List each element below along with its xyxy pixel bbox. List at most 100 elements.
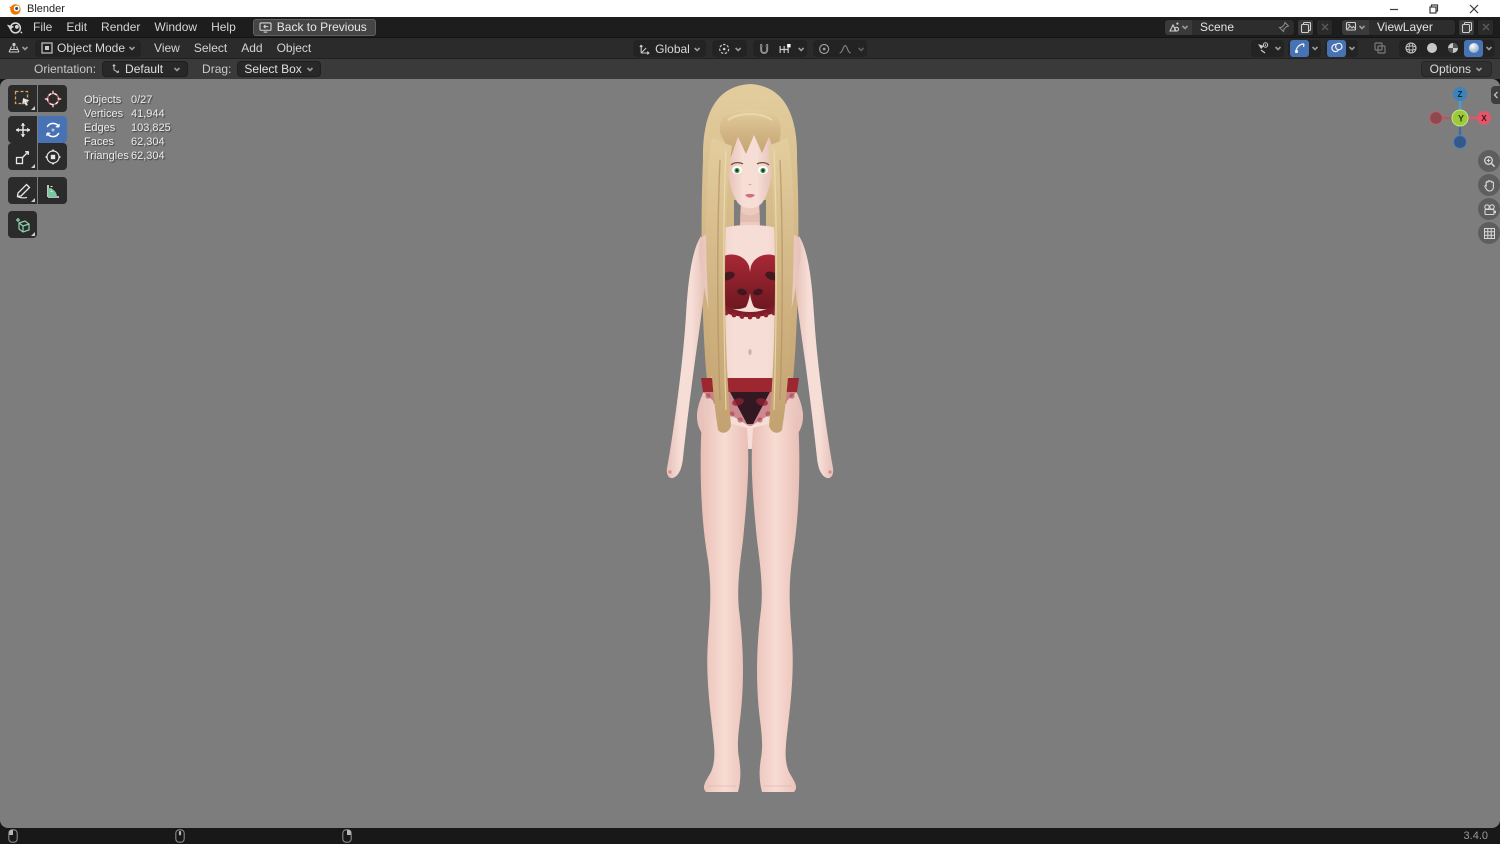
measure-icon [46,184,59,198]
tool-select-box[interactable] [8,85,37,112]
drag-label: Drag: [202,62,232,76]
menu-add[interactable]: Add [234,40,269,57]
solid-shading-button[interactable] [1422,40,1441,57]
gizmos-group [1288,39,1321,57]
snap-mode-selector[interactable] [776,40,795,57]
stat-edges: Edges 103,825 [84,122,171,134]
drag-dropdown-value: Select Box [244,62,302,76]
zoom-button[interactable] [1478,150,1500,172]
transform-orientation-selector[interactable]: Global [633,40,706,57]
snap-toggle[interactable] [755,40,774,57]
editor-type-selector[interactable] [5,40,31,57]
menu-file[interactable]: File [26,19,59,36]
menu-view[interactable]: View [147,40,187,57]
drag-mode-dropdown[interactable]: Select Box [237,61,321,77]
viewlayer-name[interactable]: ViewLayer [1369,20,1455,34]
blender-logo-icon [8,4,21,15]
orientation-dropdown-value: Default [125,62,164,76]
options-button[interactable]: Options [1420,61,1492,77]
character-model[interactable] [650,80,850,800]
pin-icon[interactable] [1278,21,1290,33]
scene-selector[interactable]: Scene [1164,18,1295,36]
tool-move[interactable] [8,116,37,143]
chevron-down-icon[interactable] [1485,44,1493,52]
topbar: File Edit Render Window Help Back to Pre… [0,17,1500,38]
new-scene-button[interactable] [1297,18,1314,36]
navigation-gizmo[interactable]: Z X Y [1428,86,1492,150]
chevron-down-icon[interactable] [1348,44,1356,52]
xray-icon [1373,42,1386,54]
chevron-down-icon[interactable] [857,45,865,53]
annotate-pen-icon [16,183,30,198]
scene-name[interactable]: Scene [1192,20,1278,34]
chevron-down-icon[interactable] [1311,44,1319,52]
cursor-3d-icon [44,90,61,107]
blender-version: 3.4.0 [1463,830,1488,842]
svg-text:Y: Y [1458,114,1464,124]
stat-faces: Faces 62,304 [84,136,165,148]
tool-cursor[interactable] [38,85,67,112]
magnifier-plus-icon [1483,155,1495,167]
left-mouse-icon [8,829,18,843]
tool-transform[interactable] [38,143,67,170]
tool-rotate[interactable] [38,116,67,143]
tool-add-cube[interactable] [8,211,37,238]
chevron-down-icon [693,46,700,52]
new-viewlayer-button[interactable] [1458,18,1475,36]
viewlayer-selector[interactable]: ViewLayer [1341,18,1456,36]
menu-select[interactable]: Select [187,40,234,57]
mode-selector[interactable]: Object Mode [35,39,142,57]
hand-icon [1483,179,1494,192]
object-type-visibility-button[interactable] [1253,40,1272,57]
close-x-icon [1482,23,1489,31]
menu-help[interactable]: Help [204,19,243,36]
menu-edit[interactable]: Edit [59,19,94,36]
perspective-toggle-button[interactable] [1478,222,1500,244]
chevron-down-icon[interactable] [797,45,805,53]
camera-view-button[interactable] [1478,198,1500,220]
scale-icon [15,150,29,164]
material-preview-button[interactable] [1443,40,1462,57]
close-x-icon [1321,23,1328,31]
chevron-down-icon[interactable] [1274,44,1282,52]
pivot-point-selector[interactable] [711,40,747,57]
visibility-filter-icon [1257,42,1268,54]
viewport-3d[interactable]: Objects 0/27 Vertices 41,944 Edges 103,825 … [0,79,1500,828]
gizmo-axis-x-neg[interactable] [1429,111,1443,125]
back-to-previous-button[interactable]: Back to Previous [252,18,376,36]
menu-window[interactable]: Window [147,19,204,36]
increment-snap-icon [779,43,791,53]
svg-text:X: X [1481,114,1487,123]
chevron-down-icon [734,46,741,52]
gizmo-toggle-icon [1294,43,1305,54]
wireframe-shading-button[interactable] [1401,40,1420,57]
chevron-down-icon [1358,25,1366,30]
tool-measure[interactable] [38,177,67,204]
pan-button[interactable] [1478,174,1500,196]
viewport-wrapper: Objects 0/27 Vertices 41,944 Edges 103,825 … [0,79,1500,828]
blender-menu-logo-icon[interactable] [6,20,23,35]
overlays-group [1325,39,1358,57]
proportional-editing-toggle[interactable] [815,40,834,57]
menu-render[interactable]: Render [94,19,147,36]
tool-orientation-dropdown[interactable]: Default [102,61,189,77]
rendered-shading-button[interactable] [1464,39,1483,57]
show-gizmos-toggle[interactable] [1290,39,1309,57]
close-button[interactable] [1454,0,1494,17]
chevron-down-icon [306,67,313,72]
box-select-icon [14,90,29,106]
show-overlays-toggle[interactable] [1327,39,1346,57]
wireframe-shading-icon [1404,42,1417,54]
minimize-button[interactable] [1374,0,1414,17]
chevron-down-icon [21,46,29,51]
maximize-button[interactable] [1414,0,1454,17]
pivot-icon [718,43,729,54]
falloff-selector[interactable] [836,40,855,57]
sidebar-toggle-tab[interactable] [1491,86,1500,104]
tool-scale[interactable] [8,143,37,170]
gizmo-axis-z-neg[interactable] [1453,135,1467,149]
tool-annotate[interactable] [8,177,37,204]
menu-object[interactable]: Object [270,40,319,57]
xray-toggle[interactable] [1370,40,1389,57]
proportional-icon [819,43,830,54]
